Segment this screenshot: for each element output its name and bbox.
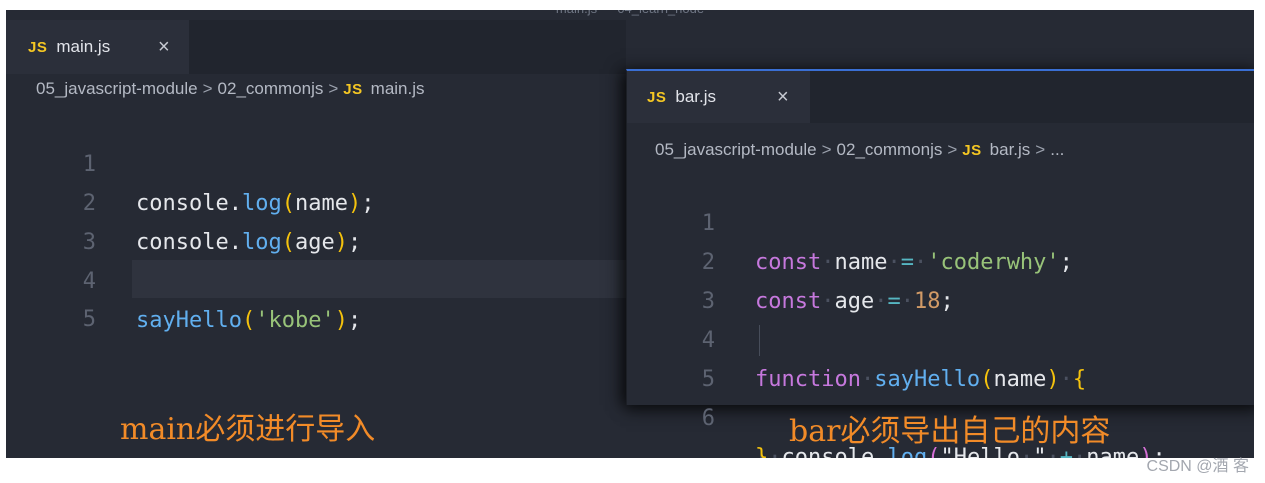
breadcrumb-item[interactable]: 02_commonjs (218, 79, 324, 99)
breadcrumb-item[interactable]: bar.js (990, 140, 1031, 160)
tab-main-js[interactable]: JS main.js × (6, 20, 189, 74)
breadcrumb-item[interactable]: main.js (371, 79, 425, 99)
code-line: 6 } (627, 360, 1254, 458)
chevron-right-icon: > (821, 140, 832, 159)
window-title: main.js — 04_learn_node (6, 10, 1254, 19)
editor-window: main.js — 04_learn_node JS main.js × 05_… (6, 10, 1254, 458)
close-icon[interactable]: × (158, 36, 170, 59)
line-number: 6 (701, 406, 715, 431)
code-line: 3 (627, 243, 1254, 314)
chevron-right-icon: > (328, 79, 339, 98)
code-text: } (755, 445, 769, 458)
close-icon[interactable]: × (777, 86, 789, 109)
tab-label: bar.js (675, 87, 716, 106)
line-number: 5 (82, 307, 96, 332)
code-line: 5 ··console.log("Hello·"·+·name); (627, 321, 1254, 458)
code-line: 4 function·sayHello(name)·{ (627, 282, 1254, 392)
js-file-icon: JS (962, 141, 982, 159)
chevron-right-icon: > (1035, 140, 1046, 159)
code-line: 1 const·name·=·'coderwhy'; (627, 165, 1254, 275)
indent-guide (759, 325, 760, 356)
js-file-icon: JS (343, 80, 363, 98)
chevron-right-icon: > (947, 140, 958, 159)
breadcrumb-item[interactable]: 05_javascript-module (655, 140, 817, 160)
bar-js-editor-panel: JS bar.js × 05_javascript-module > 02_co… (626, 69, 1254, 458)
js-file-icon: JS (647, 88, 667, 106)
code-line: 3 (6, 184, 626, 255)
code-line: 2 console.log(age); (6, 145, 626, 255)
js-file-icon: JS (28, 38, 48, 56)
watermark: CSDN @酒 客 (1146, 458, 1249, 475)
right-caption: bar必须导出自己的内容 (789, 414, 1111, 449)
breadcrumb: 05_javascript-module > 02_commonjs > JS … (36, 78, 425, 100)
tab-bar-js[interactable]: JS bar.js × (627, 71, 810, 123)
chevron-right-icon: > (202, 79, 213, 98)
breadcrumb-item[interactable]: 02_commonjs (837, 140, 943, 160)
left-caption: main必须进行导入 (120, 412, 376, 447)
code-text: sayHello('kobe'); (136, 308, 362, 333)
right-tab-bar: JS bar.js × (627, 71, 1254, 123)
breadcrumb-item[interactable]: ... (1050, 140, 1064, 160)
left-tab-bar: JS main.js × (6, 20, 626, 74)
breadcrumb-item[interactable]: 05_javascript-module (36, 79, 198, 99)
code-line: 2 const·age·=·18; (627, 204, 1254, 314)
code-line: 4 sayHello('kobe'); (6, 223, 626, 333)
breadcrumb: 05_javascript-module > 02_commonjs > JS … (655, 139, 1064, 161)
code-line: 5 (6, 261, 626, 332)
code-line: 1 console.log(name); (6, 106, 626, 216)
tab-label: main.js (56, 37, 111, 56)
